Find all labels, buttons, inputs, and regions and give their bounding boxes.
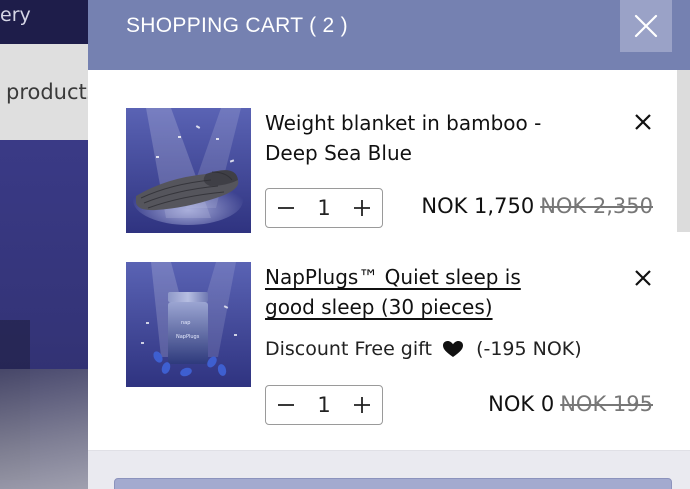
cart-title: SHOPPING CART ( 2 ) [126,14,348,37]
close-icon [635,270,651,286]
minus-icon [278,207,294,209]
quantity-value[interactable]: 1 [317,393,330,417]
cart-header: SHOPPING CART ( 2 ) [88,0,690,70]
remove-item-button[interactable] [631,110,655,134]
decrease-quantity-button[interactable] [274,196,298,220]
current-price: NOK 0 [488,392,555,416]
item-price: NOK 0 NOK 195 [488,392,653,416]
jar-label: NapPlugs [176,334,200,340]
cart-footer [88,450,690,489]
cart-item: nap NapPlugs NapPlugs™ Quiet sleep is go… [126,262,666,432]
background-hero-image [0,140,88,489]
cart-scrollbar[interactable] [677,70,690,232]
close-icon [635,114,651,130]
close-cart-button[interactable] [620,0,672,52]
minus-icon [278,404,294,406]
background-menu: products [0,44,98,140]
quantity-value[interactable]: 1 [317,196,330,220]
original-price: NOK 2,350 [540,194,653,218]
cart-drawer: SHOPPING CART ( 2 ) Weight blanket in ba… [88,0,690,489]
background-menu-text: products [6,80,98,104]
quantity-stepper: 1 [265,385,383,425]
heart-icon [442,338,464,360]
plus-icon [354,200,370,216]
background-nav-bar: ery [0,0,88,44]
product-image-napplugs[interactable]: nap NapPlugs [126,262,251,387]
plus-icon [354,397,370,413]
discount-line: Discount Free gift (-195 NOK) [265,338,582,360]
original-price: NOK 195 [560,392,653,416]
close-icon [634,14,658,38]
jar-logo: nap [181,320,190,326]
discount-label: Discount Free gift [265,338,432,360]
cart-item: Weight blanket in bamboo - Deep Sea Blue… [126,108,666,234]
cart-item-title-link[interactable]: NapPlugs™ Quiet sleep is good sleep (30 … [265,265,521,319]
cart-item-title[interactable]: NapPlugs™ Quiet sleep is good sleep (30 … [265,262,565,322]
quantity-stepper: 1 [265,188,383,228]
remove-item-button[interactable] [631,266,655,290]
background-page: ery products [0,0,98,489]
product-image-weight-blanket[interactable] [126,108,251,233]
background-nav-text: ery [0,4,31,26]
decrease-quantity-button[interactable] [274,393,298,417]
increase-quantity-button[interactable] [350,196,374,220]
item-price: NOK 1,750 NOK 2,350 [421,194,653,218]
checkout-button[interactable] [114,478,672,489]
current-price: NOK 1,750 [421,194,535,218]
cart-item-title[interactable]: Weight blanket in bamboo - Deep Sea Blue [265,108,565,168]
discount-amount: (-195 NOK) [476,338,582,360]
increase-quantity-button[interactable] [350,393,374,417]
